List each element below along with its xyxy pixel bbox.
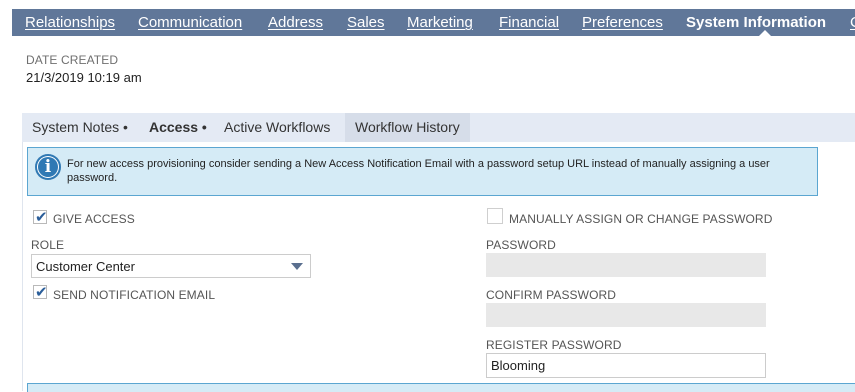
dropdown-arrow-icon[interactable] [291, 263, 303, 270]
active-tab-pointer [759, 30, 771, 36]
tab-preferences[interactable]: Preferences [582, 14, 663, 31]
register-password-input[interactable]: Blooming [486, 353, 766, 378]
tab-financial[interactable]: Financial [499, 14, 559, 31]
password-label: PASSWORD [486, 238, 556, 252]
tab-address[interactable]: Address [268, 14, 323, 31]
send-notification-checkbox[interactable]: ✔ [33, 284, 48, 301]
info-text: For new access provisioning consider sen… [67, 158, 770, 184]
checkmark-icon: ✔ [35, 209, 48, 226]
give-access-label: GIVE ACCESS [53, 212, 135, 226]
tab-system-information[interactable]: System Information [686, 14, 826, 31]
subtab-access[interactable]: Access • [139, 113, 217, 142]
record-tab-bar: Relationships Communication Address Sale… [12, 9, 855, 36]
confirm-password-field [486, 303, 766, 327]
date-created-value: 21/3/2019 10:19 am [26, 70, 142, 85]
give-access-checkbox[interactable]: ✔ [33, 209, 48, 226]
confirm-password-label: CONFIRM PASSWORD [486, 288, 617, 302]
tab-overflow[interactable]: C [850, 14, 855, 31]
manually-assign-label: MANUALLY ASSIGN OR CHANGE PASSWORD [509, 212, 773, 226]
subtab-system-notes[interactable]: System Notes • [22, 113, 138, 142]
info-banner: i For new access provisioning consider s… [27, 147, 818, 196]
subtab-workflow-history[interactable]: Workflow History [345, 113, 470, 142]
send-notification-label: SEND NOTIFICATION EMAIL [53, 288, 216, 302]
role-select[interactable]: Customer Center [31, 254, 311, 278]
tab-relationships[interactable]: Relationships [25, 14, 115, 31]
tab-marketing[interactable]: Marketing [407, 14, 473, 31]
checkmark-icon: ✔ [35, 284, 48, 301]
info-icon: i [35, 154, 61, 180]
date-created-label: DATE CREATED [26, 53, 119, 67]
role-label: ROLE [31, 238, 65, 252]
tab-communication[interactable]: Communication [138, 14, 242, 31]
tab-sales[interactable]: Sales [347, 14, 385, 31]
subtab-active-workflows[interactable]: Active Workflows [214, 113, 340, 142]
role-select-value: Customer Center [36, 259, 135, 274]
register-password-label: REGISTER PASSWORD [486, 338, 622, 352]
password-field [486, 253, 766, 277]
manually-assign-checkbox[interactable] [487, 208, 503, 224]
subtab-bar: System Notes • Access • Active Workflows… [22, 113, 855, 142]
